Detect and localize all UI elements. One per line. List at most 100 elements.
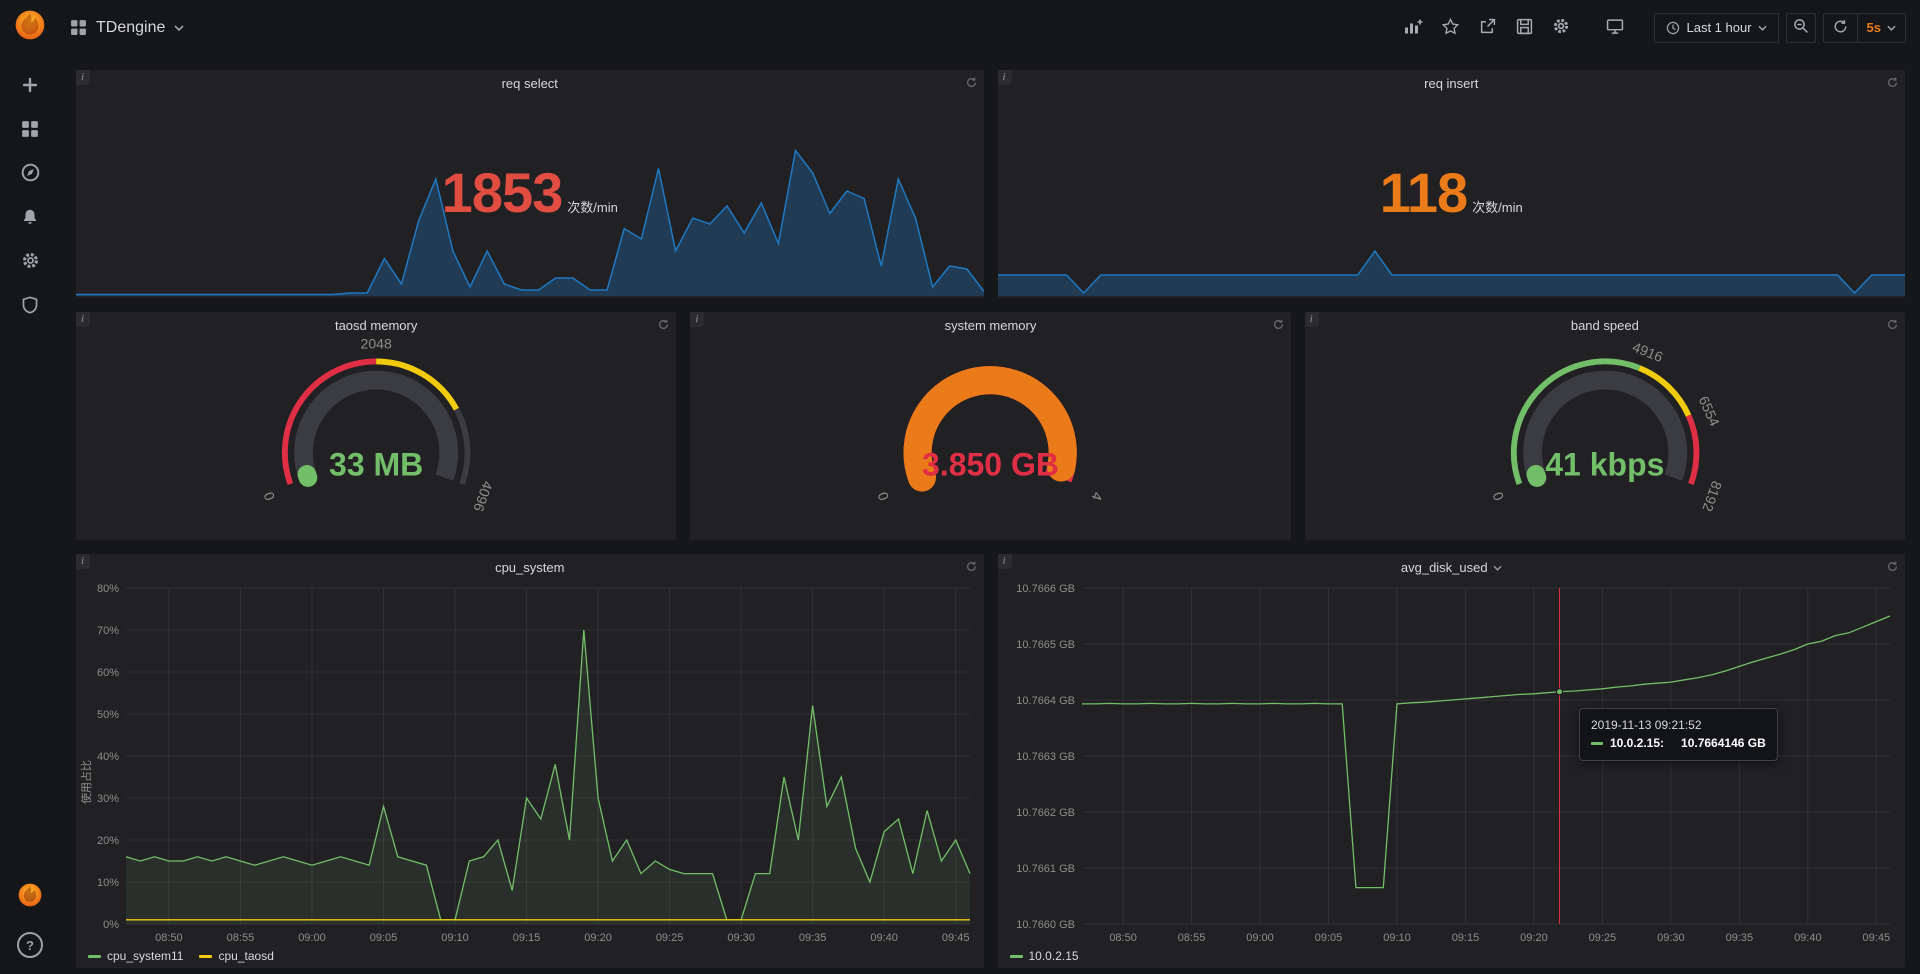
dashboard-grid-icon [70,19,87,36]
sidebar-item-configuration[interactable] [20,253,40,273]
gauge-chart: 0491665548192 [1305,338,1905,537]
panel-title[interactable]: band speed [1339,312,1871,339]
panel-avg-disk-used: i avg_disk_used 2019-11-13 09:21:52 10.0… [998,554,1906,968]
panel-title[interactable]: system memory [724,312,1256,339]
tooltip-series-swatch [1591,742,1603,745]
chevron-down-icon[interactable] [174,25,184,31]
panel-system-memory: i system memory 04 3.850 GB [690,312,1290,540]
svg-text:09:30: 09:30 [1657,932,1685,944]
panel-info-icon[interactable]: i [76,70,90,85]
svg-text:09:20: 09:20 [584,932,612,944]
panel-title-label: system memory [945,318,1037,333]
panel-info-icon[interactable]: i [76,312,90,327]
svg-text:08:50: 08:50 [1109,932,1137,944]
monitor-icon [1606,18,1624,38]
svg-text:09:45: 09:45 [942,932,970,944]
panel-title[interactable]: cpu_system [110,554,950,581]
time-range-label: Last 1 hour [1686,20,1751,35]
grid-icon [21,120,39,143]
help-icon[interactable]: ? [17,932,43,958]
share-button[interactable] [1472,13,1502,43]
panel-info-icon[interactable]: i [998,554,1012,569]
series-name: cpu_taosd [218,949,273,963]
svg-text:60%: 60% [97,667,119,679]
refresh-button[interactable] [1824,14,1857,42]
svg-text:09:15: 09:15 [1451,932,1479,944]
svg-text:08:55: 08:55 [1177,932,1205,944]
gear-icon [21,251,40,275]
bar-chart-add-icon [1404,18,1423,38]
svg-text:80%: 80% [97,583,119,595]
cycle-view-button[interactable] [1600,13,1630,43]
svg-text:08:50: 08:50 [155,932,183,944]
sparkline-chart[interactable] [76,70,984,298]
panel-title[interactable]: req select [110,70,950,97]
panel-band-speed: i band speed 0491665548192 41 kbps [1305,312,1905,540]
svg-text:10.7664 GB: 10.7664 GB [1016,695,1075,707]
series-color-swatch [1010,955,1023,958]
svg-text:09:35: 09:35 [1725,932,1753,944]
star-button[interactable] [1435,13,1465,43]
svg-text:10%: 10% [97,877,119,889]
panel-refresh-icon [1887,559,1898,577]
dashboard-grid: i req select 1853 次数/min i req insert 11… [60,55,1920,974]
series-color-swatch [199,955,212,958]
panel-refresh-icon [1887,75,1898,93]
sidebar-item-dashboards[interactable] [20,121,40,141]
tooltip-value: 10.7664146 GB [1681,734,1766,753]
user-avatar[interactable] [16,881,44,914]
svg-text:50%: 50% [97,709,119,721]
sidebar-item-create[interactable] [20,77,40,97]
svg-text:0: 0 [875,490,893,503]
legend: cpu_system11 cpu_taosd [88,949,274,963]
panel-info-icon[interactable]: i [690,312,704,327]
legend-item[interactable]: 10.0.2.15 [1010,949,1079,963]
dashboard-settings-button[interactable] [1546,13,1576,43]
svg-text:09:15: 09:15 [513,932,541,944]
panel-title-label: req select [502,76,558,91]
sidebar-item-alerting[interactable] [20,209,40,229]
share-icon [1479,18,1496,38]
panel-refresh-icon [1887,317,1898,335]
save-button[interactable] [1509,13,1539,43]
svg-text:20%: 20% [97,835,119,847]
svg-text:08:55: 08:55 [227,932,255,944]
panel-taosd-memory: i taosd memory 020484096 33 MB [76,312,676,540]
svg-text:4096: 4096 [470,479,496,514]
sidebar-item-server-admin[interactable] [20,297,40,317]
panel-title[interactable]: req insert [1032,70,1872,97]
grafana-logo-icon[interactable] [13,8,47,47]
sidebar-item-explore[interactable] [20,165,40,185]
time-series-chart[interactable]: 0%10%20%30%40%50%60%70%80%08:5008:5509:0… [76,582,984,968]
refresh-interval-button[interactable]: 5s [1857,14,1905,42]
svg-text:09:00: 09:00 [298,932,326,944]
legend-item[interactable]: cpu_system11 [88,949,183,963]
time-series-chart[interactable]: 2019-11-13 09:21:52 10.0.2.15: 10.766414… [998,582,1906,968]
svg-text:09:45: 09:45 [1862,932,1890,944]
panel-info-icon[interactable]: i [1305,312,1319,327]
panel-cpu-system: i cpu_system 使用占比 0%10%20%30%40%50%60%70… [76,554,984,968]
panel-title[interactable]: taosd memory [110,312,642,339]
svg-text:10.7660 GB: 10.7660 GB [1016,919,1075,931]
zoom-out-button[interactable] [1786,13,1816,43]
panel-req-select: i req select 1853 次数/min [76,70,984,298]
magnifier-icon [1793,18,1809,37]
graph-tooltip: 2019-11-13 09:21:52 10.0.2.15: 10.766414… [1579,708,1778,761]
sparkline-chart[interactable] [998,70,1906,298]
panel-req-insert: i req insert 118 次数/min [998,70,1906,298]
panel-info-icon[interactable]: i [998,70,1012,85]
tooltip-timestamp: 2019-11-13 09:21:52 [1591,716,1766,735]
refresh-group: 5s [1823,13,1906,43]
tooltip-series-name: 10.0.2.15: [1610,734,1664,753]
svg-text:70%: 70% [97,625,119,637]
panel-title-label: band speed [1571,318,1639,333]
add-panel-button[interactable] [1398,13,1428,43]
svg-text:09:10: 09:10 [1383,932,1411,944]
panel-info-icon[interactable]: i [76,554,90,569]
dashboard-title[interactable]: TDengine [96,19,165,37]
panel-title[interactable]: avg_disk_used [1032,554,1872,581]
svg-text:10.7665 GB: 10.7665 GB [1016,639,1075,651]
svg-text:09:10: 09:10 [441,932,469,944]
legend-item[interactable]: cpu_taosd [199,949,273,963]
time-range-button[interactable]: Last 1 hour [1654,13,1778,43]
